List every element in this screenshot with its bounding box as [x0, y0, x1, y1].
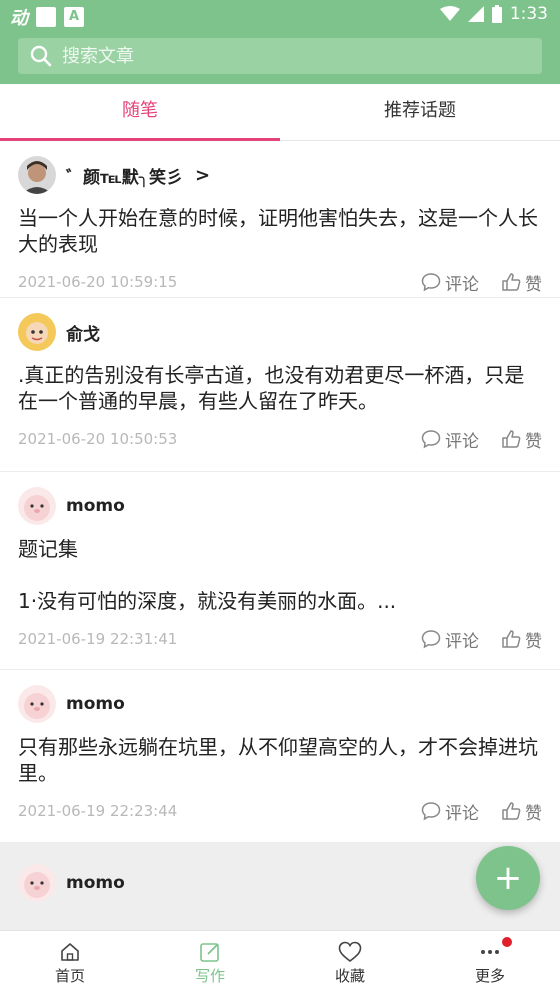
comment-icon — [421, 430, 441, 449]
avatar[interactable] — [18, 156, 56, 194]
edit-icon — [200, 943, 219, 962]
comment-button[interactable]: 评论 — [421, 427, 479, 452]
nav-favorites-label: 收藏 — [334, 967, 365, 985]
post-timestamp: 2021-06-19 22:31:41 — [18, 630, 178, 648]
a-app-icon: A — [64, 7, 84, 27]
post-author[interactable]: ゛颜℡默╮笑彡 > — [18, 155, 542, 195]
plus-icon: + — [493, 858, 523, 898]
search-input[interactable] — [60, 44, 504, 68]
author-name[interactable]: momo — [66, 694, 125, 714]
post-timestamp: 2021-06-20 10:59:15 — [18, 273, 178, 291]
animation-icon: 动 — [10, 8, 28, 29]
author-name[interactable]: momo — [66, 496, 125, 516]
post-item[interactable]: ゛颜℡默╮笑彡 > 当一个人开始在意的时候，证明他害怕失去，这是一个人长大的表现… — [0, 141, 560, 298]
notification-icon — [36, 7, 56, 27]
like-label: 赞 — [525, 431, 542, 452]
nav-favorites[interactable]: 收藏 — [280, 931, 420, 996]
bottom-nav: 首页 写作 收藏 更多 — [0, 930, 560, 996]
like-label: 赞 — [525, 631, 542, 652]
like-button[interactable]: 赞 — [501, 799, 542, 824]
like-label: 赞 — [525, 274, 542, 295]
comment-label: 评论 — [445, 431, 479, 452]
nav-home[interactable]: 首页 — [0, 931, 140, 996]
avatar[interactable] — [18, 313, 56, 351]
comment-icon — [421, 802, 441, 821]
post-meta: 2021-06-20 10:50:53 评论 赞 — [18, 414, 542, 464]
avatar[interactable] — [18, 685, 56, 723]
comment-button[interactable]: 评论 — [421, 799, 479, 824]
post-timestamp: 2021-06-19 22:23:44 — [18, 802, 178, 820]
search-icon — [30, 45, 52, 67]
like-button[interactable]: 赞 — [501, 270, 542, 295]
comment-label: 评论 — [445, 803, 479, 824]
wifi-icon — [439, 6, 460, 21]
heart-icon — [338, 941, 362, 963]
tab-essays[interactable]: 随笔 — [0, 84, 280, 141]
post-item[interactable]: momo — [0, 843, 560, 930]
thumbs-up-icon — [502, 630, 521, 648]
nav-more[interactable]: 更多 — [420, 931, 560, 996]
nav-write-label: 写作 — [194, 967, 225, 985]
comment-button[interactable]: 评论 — [421, 270, 479, 295]
tab-bar: 随笔 推荐话题 — [0, 84, 560, 141]
more-icon — [481, 950, 499, 954]
post-author[interactable]: 俞戈 — [18, 312, 542, 352]
post-feed[interactable]: ゛颜℡默╮笑彡 > 当一个人开始在意的时候，证明他害怕失去，这是一个人长大的表现… — [0, 141, 560, 930]
post-author[interactable]: momo — [18, 863, 542, 903]
post-item[interactable]: momo 题记集 1·没有可怕的深度，就没有美丽的水面。... 2021-06-… — [0, 472, 560, 670]
add-post-button[interactable]: + — [476, 846, 540, 910]
comment-label: 评论 — [445, 631, 479, 652]
author-name[interactable]: momo — [66, 873, 125, 893]
avatar[interactable] — [18, 487, 56, 525]
post-timestamp: 2021-06-20 10:50:53 — [18, 430, 178, 448]
search-bar[interactable] — [18, 38, 542, 74]
post-item[interactable]: 俞戈 .真正的告别没有长亭古道，也没有劝君更尽一杯酒，只是在一个普通的早晨，有些… — [0, 298, 560, 472]
nav-home-label: 首页 — [54, 967, 85, 985]
clock: 1:33 — [509, 4, 548, 24]
like-button[interactable]: 赞 — [501, 427, 542, 452]
post-author[interactable]: momo — [18, 486, 542, 526]
like-label: 赞 — [525, 803, 542, 824]
like-button[interactable]: 赞 — [501, 627, 542, 652]
tab-recommended-topics[interactable]: 推荐话题 — [280, 84, 560, 140]
comment-icon — [421, 273, 441, 292]
battery-icon — [491, 5, 502, 23]
comment-icon — [421, 630, 441, 649]
nav-write[interactable]: 写作 — [140, 931, 280, 996]
status-bar: 动 A 1:33 — [0, 0, 560, 32]
home-icon — [61, 943, 79, 961]
post-content[interactable]: 当一个人开始在意的时候，证明他害怕失去，这是一个人长大的表现 — [18, 205, 542, 257]
author-name[interactable]: ゛颜℡默╮笑彡 — [66, 163, 183, 188]
post-content[interactable]: 题记集 1·没有可怕的深度，就没有美丽的水面。... — [18, 536, 542, 614]
post-meta: 2021-06-19 22:31:41 评论 赞 — [18, 614, 542, 664]
post-content[interactable]: .真正的告别没有长亭古道，也没有劝君更尽一杯酒，只是在一个普通的早晨，有些人留在… — [18, 362, 542, 414]
post-item[interactable]: momo 只有那些永远躺在坑里，从不仰望高空的人，才不会掉进坑里。 2021-0… — [0, 670, 560, 843]
author-name[interactable]: 俞戈 — [66, 320, 100, 345]
avatar[interactable] — [18, 864, 56, 902]
post-content[interactable]: 只有那些永远躺在坑里，从不仰望高空的人，才不会掉进坑里。 — [18, 734, 542, 786]
thumbs-up-icon — [502, 802, 521, 820]
post-author[interactable]: momo — [18, 684, 542, 724]
nav-more-label: 更多 — [474, 967, 505, 985]
thumbs-up-icon — [502, 430, 521, 448]
signal-icon — [467, 6, 484, 22]
comment-button[interactable]: 评论 — [421, 627, 479, 652]
app-header: 动 A 1:33 — [0, 0, 560, 84]
comment-label: 评论 — [445, 274, 479, 295]
thumbs-up-icon — [502, 273, 521, 291]
post-meta: 2021-06-19 22:23:44 评论 赞 — [18, 786, 542, 836]
notification-badge — [502, 937, 512, 947]
chevron-right-icon: > — [195, 164, 211, 186]
